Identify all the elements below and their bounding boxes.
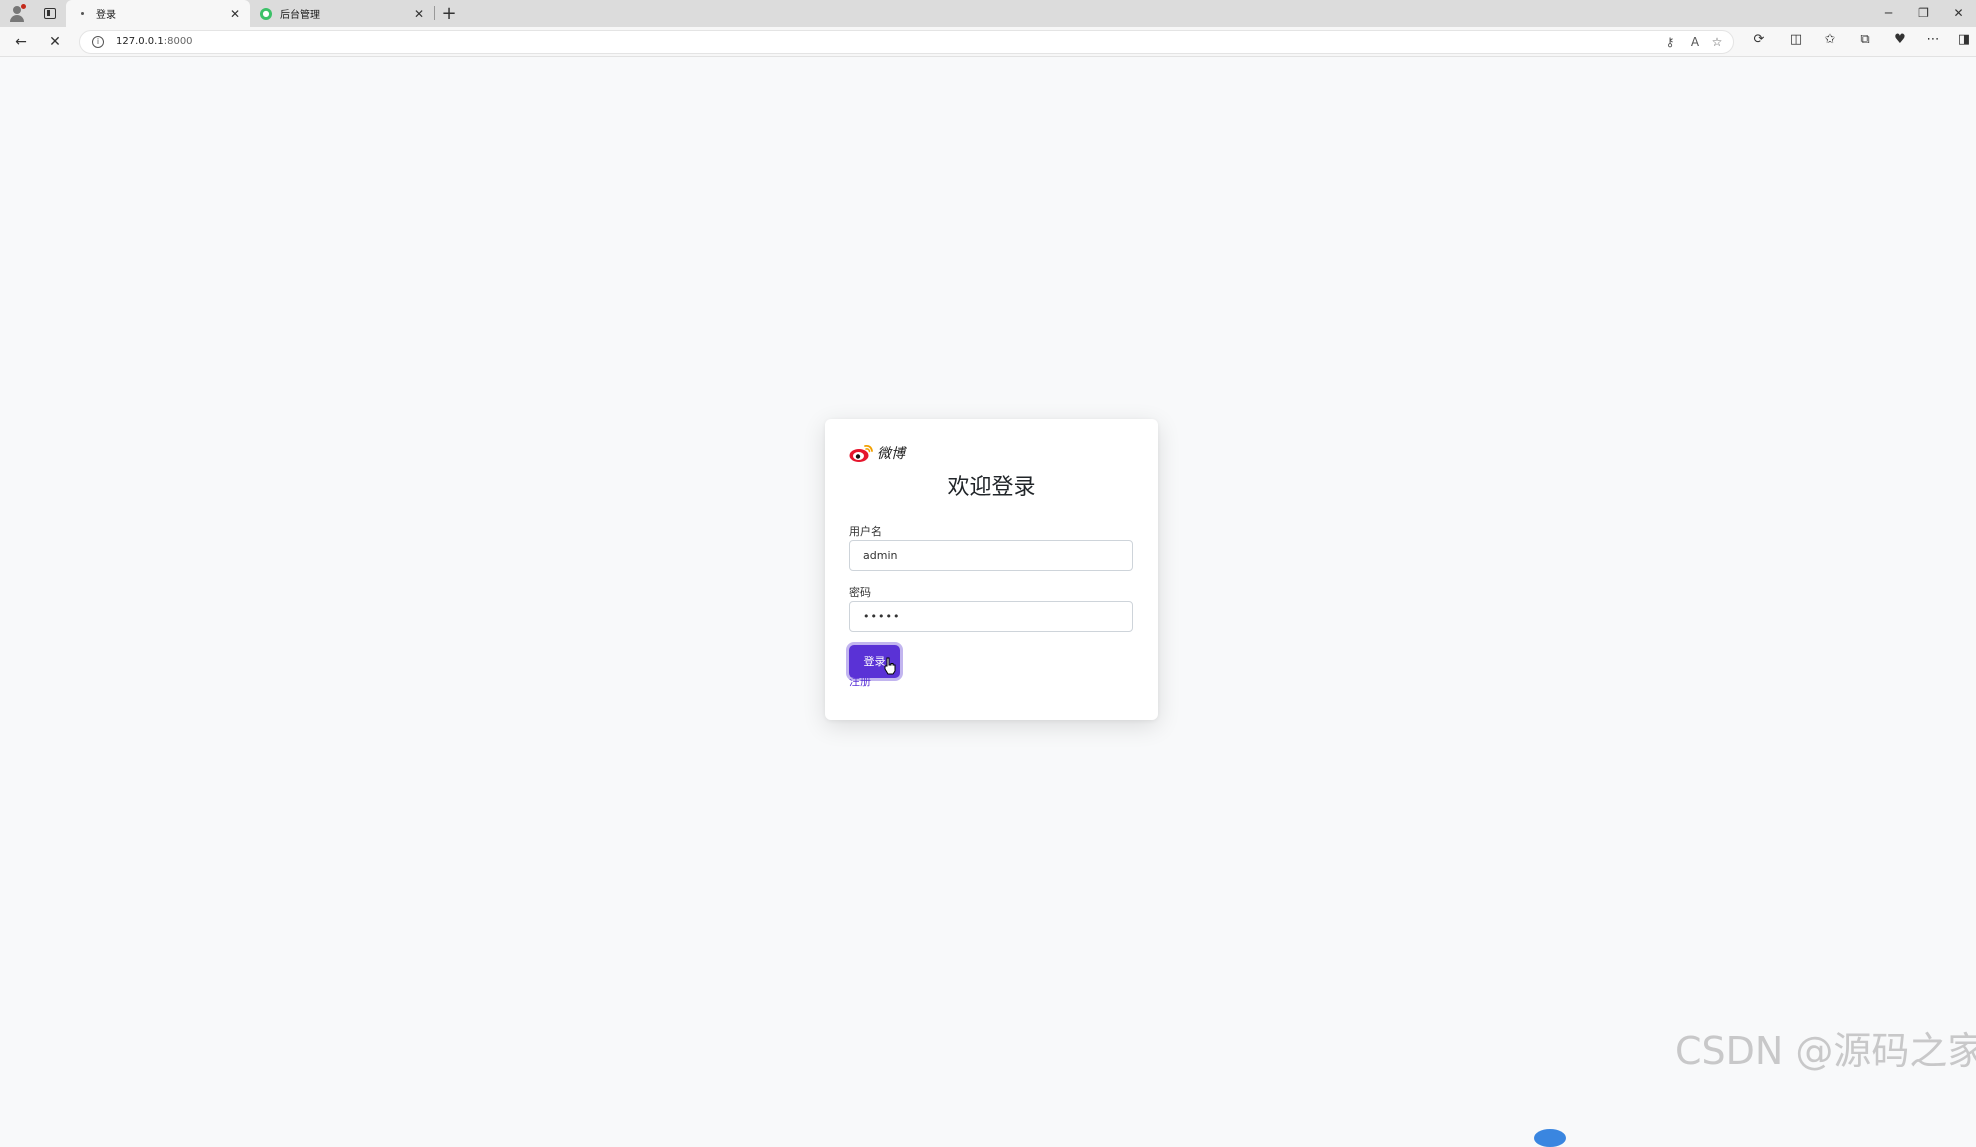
new-tab-button[interactable]: + (435, 0, 463, 27)
refresh-extension-icon[interactable]: ⟳ (1749, 32, 1769, 47)
close-window-icon[interactable]: ✕ (1941, 0, 1976, 27)
tab-actions-icon[interactable] (34, 0, 66, 27)
password-input[interactable]: ••••• (849, 601, 1133, 632)
collections-icon[interactable]: ⧉ (1855, 32, 1875, 47)
read-aloud-icon[interactable]: A (1687, 35, 1703, 49)
logo-text: 微博 (877, 446, 905, 462)
profile-icon[interactable] (0, 0, 34, 27)
password-label: 密码 (849, 586, 871, 599)
url-text: 127.0.0.1:8000 (116, 36, 193, 47)
page-title: 欢迎登录 (947, 475, 1036, 500)
hand-cursor-icon (884, 657, 896, 675)
key-icon[interactable]: ⚷ (1662, 35, 1678, 49)
site-favicon-icon: ● (260, 7, 272, 20)
floating-widget[interactable] (1534, 1129, 1566, 1147)
tab-title: 后台管理 (280, 10, 320, 21)
address-bar[interactable]: i 127.0.0.1:8000 ⚷ A ☆ (79, 30, 1734, 54)
favorites-icon[interactable]: ✩ (1820, 32, 1840, 47)
username-input[interactable]: admin (849, 540, 1133, 571)
tab-admin[interactable]: ● 后台管理 ✕ (250, 0, 434, 27)
browser-essentials-icon[interactable]: ♥ (1890, 32, 1910, 47)
split-screen-icon[interactable]: ◫ (1786, 32, 1806, 47)
weibo-logo-icon (849, 444, 873, 462)
favorite-star-icon[interactable]: ☆ (1709, 35, 1725, 49)
close-icon[interactable]: ✕ (412, 7, 426, 21)
window-controls: ─ ❐ ✕ (1871, 0, 1976, 27)
minimize-icon[interactable]: ─ (1871, 0, 1906, 27)
more-menu-icon[interactable]: ⋯ (1923, 32, 1943, 47)
tab-title: 登录 (96, 10, 116, 21)
watermark: CSDN @源码之家 (1675, 1029, 1976, 1073)
loading-dot-icon (76, 8, 88, 20)
register-link[interactable]: 注册 (849, 673, 871, 689)
login-card: 微博 欢迎登录 用户名 admin 密码 ••••• 登录 注册 (825, 419, 1158, 720)
back-arrow-icon[interactable]: ← (11, 32, 31, 52)
info-icon[interactable]: i (92, 36, 104, 48)
tab-login[interactable]: 登录 ✕ (66, 0, 250, 27)
stop-loading-icon[interactable]: ✕ (45, 32, 65, 52)
page-body: 微博 欢迎登录 用户名 admin 密码 ••••• 登录 注册 (0, 58, 1976, 1147)
restore-icon[interactable]: ❐ (1906, 0, 1941, 27)
weibo-logo: 微博 (849, 443, 905, 463)
browser-toolbar: ← ✕ i 127.0.0.1:8000 ⚷ A ☆ ⟳ ◫ ✩ ⧉ ♥ ⋯ ◨ (0, 27, 1976, 57)
username-label: 用户名 (849, 525, 882, 538)
sidebar-toggle-icon[interactable]: ◨ (1954, 32, 1974, 47)
browser-tabstrip: 登录 ✕ ● 后台管理 ✕ + ─ ❐ ✕ (0, 0, 1976, 27)
close-icon[interactable]: ✕ (228, 7, 242, 21)
